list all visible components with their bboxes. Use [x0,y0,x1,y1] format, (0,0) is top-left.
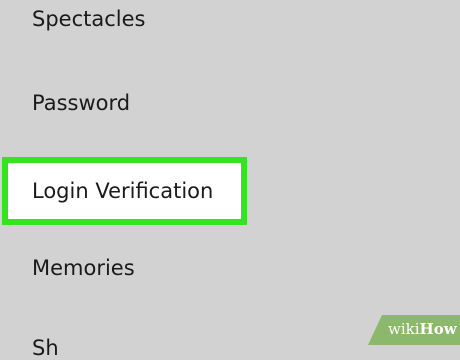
settings-item-login-verification-label: Login Verification [32,179,214,203]
watermark-wiki: wiki [388,320,420,338]
settings-item-partial[interactable]: Sh [32,338,59,359]
settings-item-login-verification[interactable]: Login Verification [2,157,247,225]
wikihow-watermark: wikiHow [364,311,460,345]
watermark-text: wikiHow [388,320,457,338]
watermark-how: How [419,320,457,338]
settings-item-password[interactable]: Password [32,93,130,114]
settings-item-memories[interactable]: Memories [32,258,135,279]
settings-item-spectacles[interactable]: Spectacles [32,9,145,30]
settings-list: Spectacles Password Login Verification M… [0,0,460,359]
